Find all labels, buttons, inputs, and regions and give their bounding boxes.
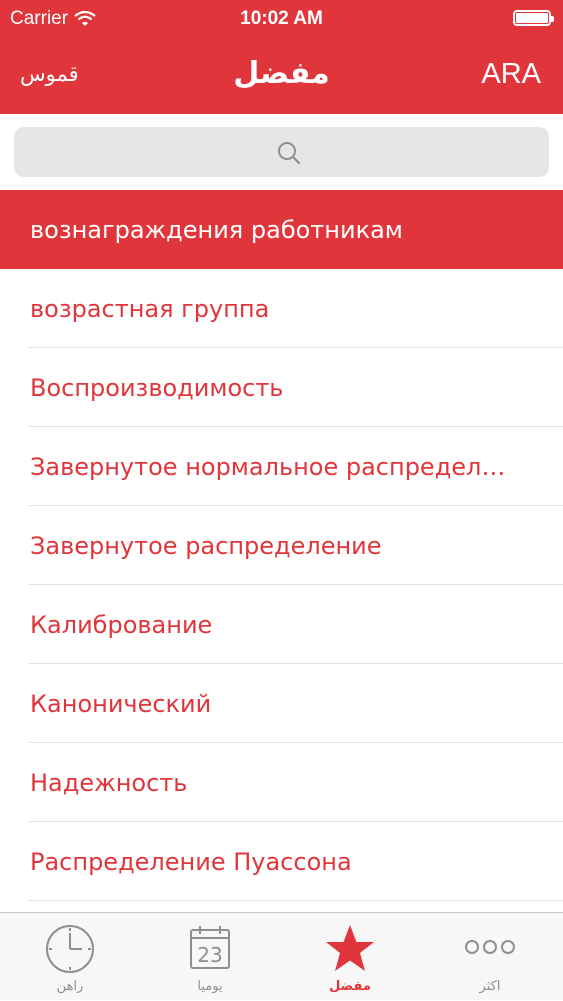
list-item-label: Канонический [30,689,212,718]
list-item-label: Калибрование [30,610,213,639]
tab-daily[interactable]: 23 يوميا [140,913,280,1001]
tab-recent[interactable]: راهن [0,913,140,1001]
list-item-label: возрастная группа [30,294,270,323]
list-item[interactable]: Завернутое распределение [0,506,563,585]
list-item-label: Воспроизводимость [30,373,284,402]
tab-label: يوميا [197,979,223,994]
list-item[interactable]: Надежность [0,743,563,822]
status-bar: Carrier 10:02 AM [0,0,563,38]
list-item[interactable]: Распределение Пуассона [0,822,563,901]
list-item[interactable]: Воспроизводимость [0,348,563,427]
calendar-day: 23 [197,943,222,967]
list-item-label: Завернутое распределение [30,531,382,560]
tab-label: مفضل [329,979,371,994]
list-item[interactable]: Завернутое нормальное распредел… [0,427,563,506]
tab-label: راهن [56,979,84,994]
list-item-label: Надежность [30,768,188,797]
search-input[interactable] [14,127,549,177]
list-item[interactable]: вознаграждения работникам [0,190,563,269]
search-area [0,114,563,190]
tab-bar: راهن 23 يوميا مفضل اكثر [0,912,563,1000]
page-title: مفضل [233,56,330,91]
list-item-label: вознаграждения работникам [30,215,403,244]
language-button[interactable]: ARA [481,58,541,91]
calendar-icon: 23 [190,926,230,969]
list-item[interactable]: Калибрование [0,585,563,664]
list-item-label: Распределение Пуассона [30,847,352,876]
star-icon [326,925,374,971]
favorites-list: вознаграждения работникам возрастная гру… [0,190,563,901]
clock-icon [46,925,94,973]
top-bar: Carrier 10:02 AM قموس مفضل ARA [0,0,563,114]
more-icon [465,940,515,954]
search-icon [278,142,301,165]
list-item-label: Завернутое нормальное распредел… [30,452,506,481]
tab-favorites[interactable]: مفضل [280,913,420,1001]
tab-more[interactable]: اكثر [420,913,560,1001]
battery-icon [513,10,554,26]
list-item[interactable]: возрастная группа [0,269,563,348]
status-time: 10:02 AM [240,8,323,29]
tab-label: اكثر [479,979,501,994]
list-item[interactable]: Канонический [0,664,563,743]
